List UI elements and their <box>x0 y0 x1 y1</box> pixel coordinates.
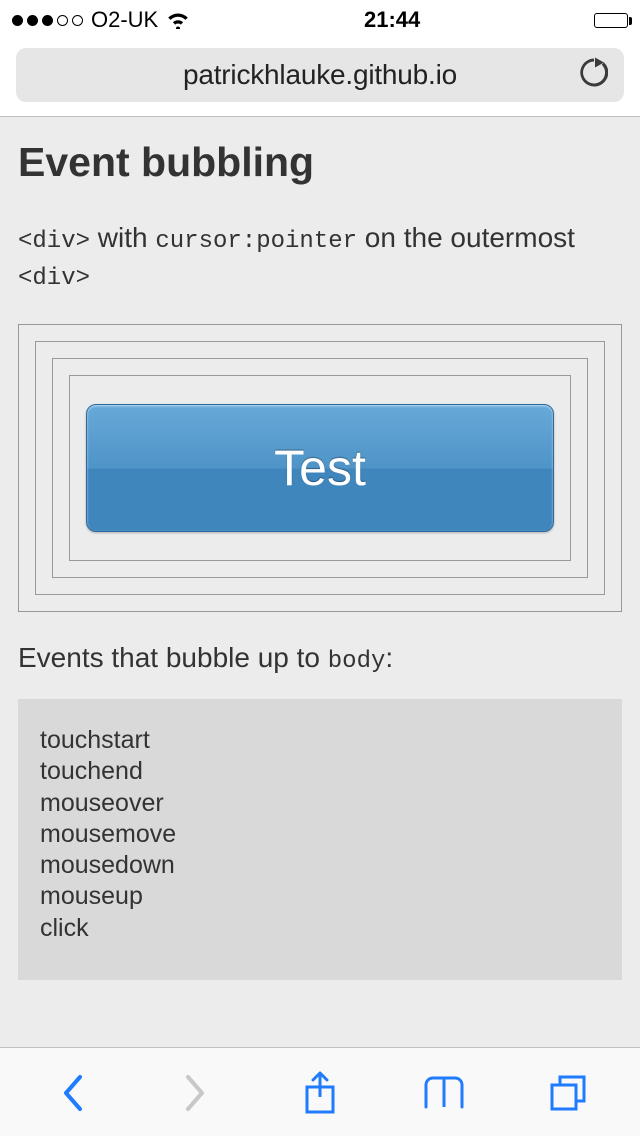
reload-icon[interactable] <box>580 58 608 93</box>
event-line: mousedown <box>40 850 600 881</box>
code-snippet: body <box>328 648 386 675</box>
nested-box[interactable]: Test <box>52 358 588 578</box>
page-title: Event bubbling <box>18 139 622 186</box>
event-line: touchend <box>40 756 600 787</box>
event-line: mouseup <box>40 881 600 912</box>
event-line: touchstart <box>40 725 600 756</box>
status-bar: O2-UK 21:44 <box>0 0 640 40</box>
carrier-label: O2-UK <box>91 7 158 33</box>
status-left: O2-UK <box>12 7 190 33</box>
signal-strength-icon <box>12 15 83 26</box>
code-snippet: <div> <box>18 228 90 255</box>
clock: 21:44 <box>364 7 420 33</box>
forward-button <box>161 1073 231 1113</box>
nested-box-outer[interactable]: Test <box>18 324 622 612</box>
events-log: touchstart touchend mouseover mousemove … <box>18 699 622 980</box>
status-right <box>594 13 628 28</box>
code-snippet: <div> <box>18 265 90 292</box>
bookmarks-button[interactable] <box>409 1075 479 1111</box>
url-bar[interactable]: patrickhlauke.github.io <box>16 48 624 102</box>
browser-toolbar <box>0 1047 640 1136</box>
test-button[interactable]: Test <box>86 404 554 532</box>
battery-icon <box>594 13 628 28</box>
url-domain: patrickhlauke.github.io <box>183 59 457 91</box>
tabs-button[interactable] <box>533 1073 603 1113</box>
event-line: click <box>40 913 600 944</box>
url-bar-container: patrickhlauke.github.io <box>0 40 640 117</box>
webpage-content: Event bubbling <div> with cursor:pointer… <box>0 117 640 1047</box>
page-subheading: <div> with cursor:pointer on the outermo… <box>18 220 622 294</box>
events-label: Events that bubble up to body: <box>18 642 622 675</box>
share-button[interactable] <box>285 1071 355 1115</box>
wifi-icon <box>166 11 190 29</box>
nested-box[interactable]: Test <box>35 341 605 595</box>
back-button[interactable] <box>37 1073 107 1113</box>
code-snippet: cursor:pointer <box>155 228 357 255</box>
nested-box-inner[interactable]: Test <box>69 375 571 561</box>
event-line: mousemove <box>40 819 600 850</box>
event-line: mouseover <box>40 788 600 819</box>
